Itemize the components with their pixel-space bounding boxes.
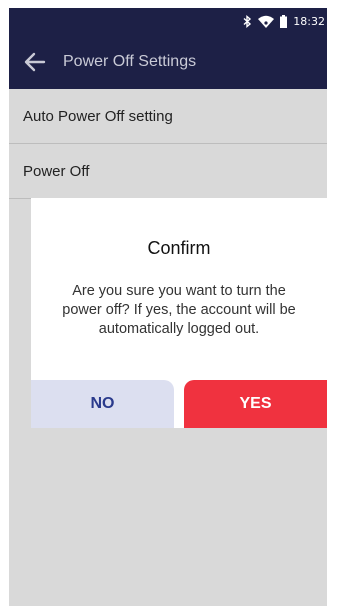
arrow-left-icon[interactable] — [23, 51, 47, 73]
power-off-item[interactable]: Power Off — [9, 144, 327, 199]
auto-power-off-setting-item[interactable]: Auto Power Off setting — [9, 89, 327, 144]
dialog-buttons: NO YES — [31, 380, 327, 428]
settings-list: Auto Power Off setting Power Off — [9, 89, 327, 199]
dialog-title: Confirm — [147, 238, 211, 258]
wifi-icon — [258, 15, 275, 28]
status-time: 18:32 — [293, 14, 325, 28]
yes-button[interactable]: YES — [184, 380, 327, 428]
page-title: Power Off Settings — [63, 53, 197, 70]
status-icons: 18:32 — [243, 13, 325, 29]
phone-screen: 18:32 Power Off Settings Auto Power Off … — [9, 8, 327, 606]
battery-icon — [280, 14, 288, 28]
bluetooth-icon — [243, 14, 252, 28]
status-bar: 18:32 — [9, 8, 327, 34]
no-button[interactable]: NO — [31, 380, 174, 428]
app-bar: Power Off Settings — [9, 34, 327, 89]
confirm-dialog: Confirm Are you sure you want to turn th… — [31, 198, 327, 428]
dialog-message: Are you sure you want to turn the power … — [62, 283, 296, 337]
